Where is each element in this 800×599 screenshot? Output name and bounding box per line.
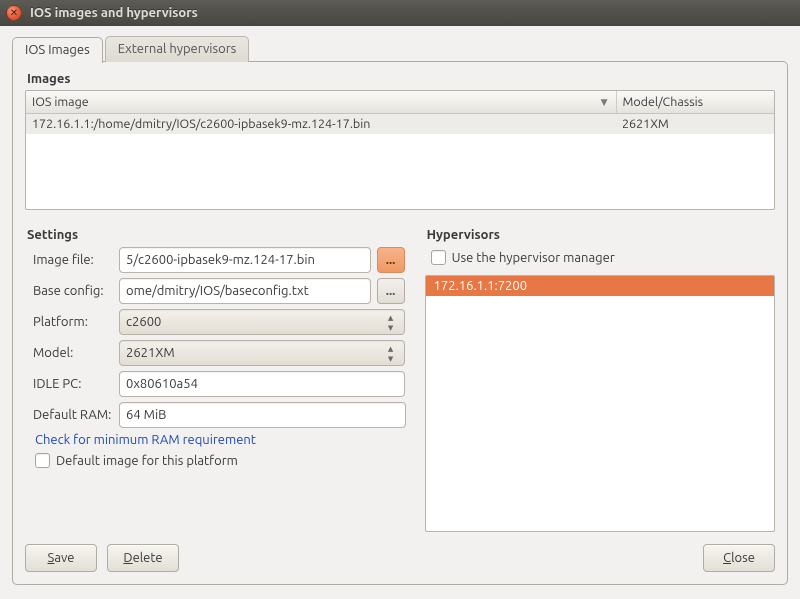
image-file-label: Image file:	[25, 253, 119, 267]
default-ram-label: Default RAM:	[25, 408, 119, 422]
default-image-checkbox[interactable]	[35, 453, 50, 468]
window-title: IOS images and hypervisors	[30, 6, 198, 20]
tab-external-hypervisors[interactable]: External hypervisors	[105, 36, 250, 62]
settings-section-title: Settings	[27, 228, 405, 242]
sort-indicator-icon: ▼	[601, 97, 608, 108]
hypervisors-section-title: Hypervisors	[427, 228, 775, 242]
ram-check-link[interactable]: Check for minimum RAM requirement	[35, 433, 405, 447]
model-combo[interactable]: 2621XM ▲▼	[119, 340, 405, 366]
col-header-ios-image[interactable]: IOS image ▼	[26, 91, 616, 114]
window-titlebar: ✕ IOS images and hypervisors	[0, 0, 800, 26]
platform-label: Platform:	[25, 315, 119, 329]
images-section-title: Images	[27, 72, 775, 86]
base-config-label: Base config:	[25, 284, 119, 298]
images-table[interactable]: IOS image ▼ Model/Chassis 172.16.1.1:/ho…	[25, 90, 775, 210]
image-file-browse-button[interactable]: ...	[377, 247, 405, 273]
col-header-model-chassis[interactable]: Model/Chassis	[616, 91, 774, 114]
base-config-browse-button[interactable]: ...	[377, 278, 405, 304]
cell-image: 172.16.1.1:/home/dmitry/IOS/c2600-ipbase…	[26, 114, 616, 135]
base-config-input[interactable]	[119, 278, 371, 304]
close-window-icon[interactable]: ✕	[6, 5, 22, 21]
tab-ios-images[interactable]: IOS Images	[12, 37, 103, 63]
use-hypervisor-manager-label: Use the hypervisor manager	[452, 251, 615, 265]
model-label: Model:	[25, 346, 119, 360]
platform-combo[interactable]: c2600 ▲▼	[119, 309, 405, 335]
idle-pc-input[interactable]	[119, 371, 405, 397]
default-image-label: Default image for this platform	[56, 454, 238, 468]
close-button[interactable]: Close	[703, 544, 775, 572]
table-row[interactable]: 172.16.1.1:/home/dmitry/IOS/c2600-ipbase…	[26, 114, 774, 135]
cell-model: 2621XM	[616, 114, 774, 135]
tab-pane-ios-images: Images IOS image ▼ Model/Chassis 172.16.…	[12, 61, 788, 585]
idle-pc-label: IDLE PC:	[25, 377, 119, 391]
chevron-updown-icon: ▲▼	[384, 314, 398, 332]
default-ram-spin[interactable]	[119, 402, 406, 428]
save-button[interactable]: Save	[25, 544, 97, 572]
delete-button[interactable]: Delete	[107, 544, 179, 572]
chevron-updown-icon: ▲▼	[384, 345, 398, 363]
use-hypervisor-manager-checkbox[interactable]	[431, 250, 446, 265]
hypervisor-list[interactable]: 172.16.1.1:7200	[425, 275, 775, 532]
list-item[interactable]: 172.16.1.1:7200	[426, 276, 774, 296]
image-file-input[interactable]	[119, 247, 371, 273]
